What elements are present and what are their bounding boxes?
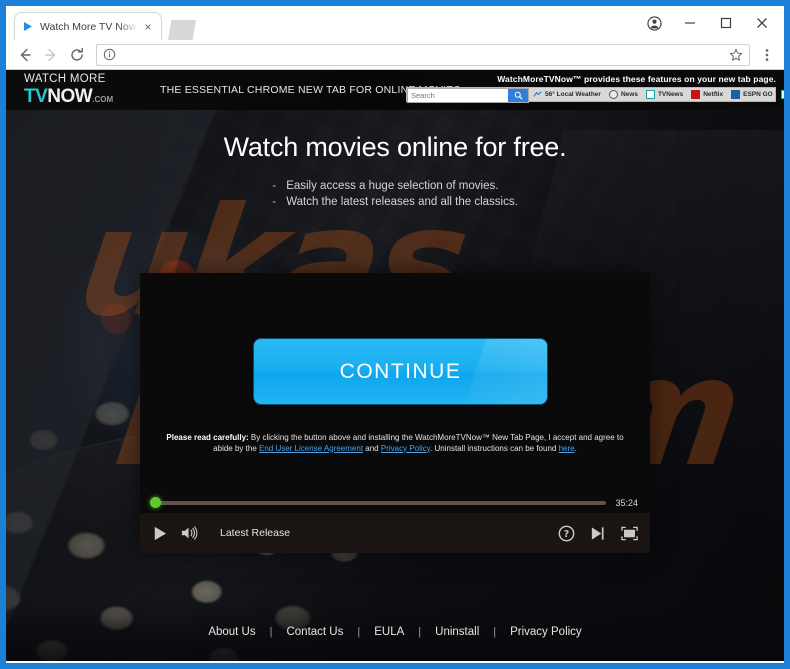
logo-tv-text: TV: [24, 85, 48, 107]
volume-icon[interactable]: [180, 525, 198, 541]
bullet-dash: -: [272, 180, 277, 192]
tvnews-icon: [645, 90, 655, 99]
footer-link-privacy-policy[interactable]: Privacy Policy: [510, 626, 582, 638]
feature-espn-label: ESPN GO: [743, 91, 773, 98]
hero-bullet-1-text: Easily access a huge selection of movies…: [286, 180, 499, 192]
svg-text:?: ?: [564, 528, 569, 539]
hero-bullets: - Easily access a huge selection of movie…: [272, 176, 518, 212]
header-right-panel: WatchMoreTVNow™ provides these features …: [406, 74, 784, 103]
feature-netflix-label: Netflix: [703, 91, 724, 98]
footer-separator: |: [493, 626, 497, 638]
back-arrow-icon[interactable]: [12, 42, 38, 68]
logo-line-2: TVNOW.COM: [24, 87, 134, 106]
site-header: WATCH MORE TVNOW.COM THE ESSENTIAL CHROM…: [6, 70, 784, 110]
header-note: WatchMoreTVNow™ provides these features …: [497, 74, 776, 84]
address-bar[interactable]: [96, 43, 750, 66]
bullet-dash: -: [272, 196, 277, 208]
track-title: Latest Release: [220, 527, 291, 539]
window-close-icon[interactable]: [744, 8, 780, 38]
eula-link[interactable]: End User License Agreement: [259, 444, 363, 453]
footer-separator: |: [357, 626, 361, 638]
continue-button[interactable]: CONTINUE: [254, 339, 547, 404]
hulu-icon: [780, 90, 784, 99]
next-track-icon[interactable]: [589, 525, 606, 542]
search-icon[interactable]: [508, 89, 528, 102]
page-info-icon[interactable]: [103, 48, 116, 61]
footer-link-eula[interactable]: EULA: [374, 626, 404, 638]
footer-link-about-us[interactable]: About Us: [208, 626, 255, 638]
browser-window: Watch More TV Now - w ×: [6, 6, 784, 663]
logo-line-1: WATCH MORE: [24, 73, 106, 86]
page-viewport: ukas isk.com WATCH MORE TVNOW.COM THE ES…: [6, 70, 784, 661]
hero-section: Watch movies online for free. - Easily ac…: [6, 110, 784, 212]
feature-news-label: News: [620, 91, 638, 98]
maximize-icon[interactable]: [708, 8, 744, 38]
search-input[interactable]: [408, 89, 508, 102]
fullscreen-icon[interactable]: [620, 525, 639, 542]
play-triangle-icon: [21, 20, 34, 33]
progress-handle-icon[interactable]: [150, 497, 161, 508]
window-controls: [636, 8, 780, 38]
disclaimer-part-4: .: [574, 443, 577, 453]
footer-link-contact-us[interactable]: Contact Us: [286, 626, 343, 638]
feature-espn[interactable]: ESPN GO: [727, 88, 777, 101]
new-tab-button[interactable]: [168, 20, 196, 40]
browser-toolbar: [6, 40, 784, 70]
feature-tvnews-label: TVNews: [657, 91, 684, 98]
espn-icon: [731, 90, 741, 99]
minimize-icon[interactable]: [672, 8, 708, 38]
feature-weather[interactable]: 56° Local Weather: [529, 88, 605, 101]
search-box[interactable]: [407, 88, 529, 103]
browser-tab[interactable]: Watch More TV Now - w ×: [14, 12, 162, 40]
page-headline: Watch movies online for free.: [223, 132, 567, 162]
forward-arrow-icon: [38, 42, 64, 68]
hero-bullet-2-text: Watch the latest releases and all the cl…: [286, 196, 518, 208]
here-link[interactable]: here: [559, 444, 575, 453]
logo-dotcom-text: .COM: [92, 94, 114, 104]
disclaimer-part-2: and: [363, 443, 381, 453]
disclaimer-part-3: . Uninstall instructions can be found: [430, 443, 559, 453]
feature-tvnews[interactable]: TVNews: [642, 88, 687, 101]
player-controls: Latest Release ?: [140, 513, 650, 553]
privacy-policy-link[interactable]: Privacy Policy: [381, 444, 430, 453]
news-icon: [608, 90, 618, 99]
footer-separator: |: [269, 626, 273, 638]
progress-row: 35:24: [140, 496, 650, 510]
feature-netflix[interactable]: Netflix: [687, 88, 727, 101]
disclaimer-text: Please read carefully: By clicking the b…: [156, 433, 634, 454]
footer-separator: |: [418, 626, 422, 638]
help-question-icon[interactable]: ?: [558, 525, 575, 542]
play-icon[interactable]: [151, 525, 168, 542]
three-dot-menu-icon[interactable]: [756, 42, 778, 68]
footer-link-uninstall[interactable]: Uninstall: [435, 626, 479, 638]
logo-now-text: NOW: [47, 85, 93, 107]
feature-news[interactable]: News: [605, 88, 642, 101]
site-logo[interactable]: WATCH MORE TVNOW.COM: [24, 74, 134, 106]
video-player: CONTINUE Please read carefully: By click…: [140, 273, 650, 553]
profile-avatar-icon[interactable]: [636, 8, 672, 38]
tab-close-icon[interactable]: ×: [141, 20, 155, 34]
feature-hulu[interactable]: Hulu: [777, 88, 784, 101]
feature-bar: 56° Local Weather News TVNews Netflix: [406, 87, 784, 103]
netflix-icon: [691, 90, 701, 99]
site-footer: About Us | Contact Us | EULA | Uninstall…: [6, 603, 784, 661]
browser-title-bar: Watch More TV Now - w ×: [6, 6, 784, 40]
hero-bullet-2: - Watch the latest releases and all the c…: [272, 196, 518, 208]
player-controls-right: ?: [544, 525, 639, 542]
bookmark-star-icon[interactable]: [729, 48, 743, 62]
disclaimer-bold: Please read carefully:: [166, 433, 249, 442]
weather-icon: [533, 90, 542, 99]
feature-weather-label: 56° Local Weather: [545, 91, 601, 98]
progress-bar[interactable]: [150, 497, 607, 508]
browser-window-frame: Watch More TV Now - w ×: [0, 0, 790, 669]
hero-bullet-1: - Easily access a huge selection of movie…: [272, 180, 518, 192]
video-duration: 35:24: [615, 498, 638, 508]
browser-tab-title: Watch More TV Now - w: [40, 20, 138, 33]
reload-icon[interactable]: [64, 42, 90, 68]
